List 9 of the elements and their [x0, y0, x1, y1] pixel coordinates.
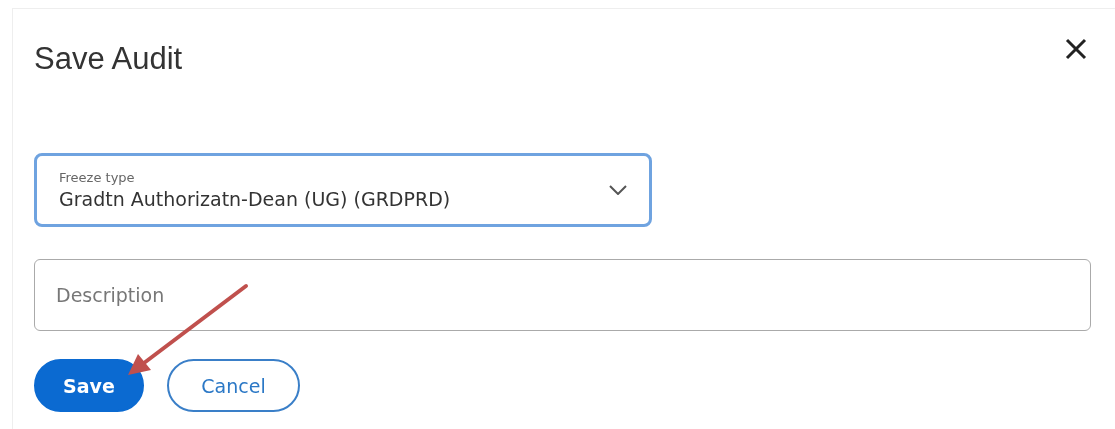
dialog-title: Save Audit: [34, 41, 183, 77]
close-icon: [1065, 38, 1087, 60]
cancel-button[interactable]: Cancel: [167, 359, 300, 412]
field-value: Gradtn Authorizatn-Dean (UG) (GRDPRD): [59, 188, 452, 210]
save-button[interactable]: Save: [34, 359, 144, 412]
chevron-down-icon: [609, 185, 627, 195]
description-field[interactable]: Description: [34, 259, 1091, 331]
field-label: Freeze type: [59, 170, 136, 185]
freeze-type-dropdown[interactable]: Freeze type Gradtn Authorizatn-Dean (UG) (GRDPRD): [34, 153, 652, 227]
